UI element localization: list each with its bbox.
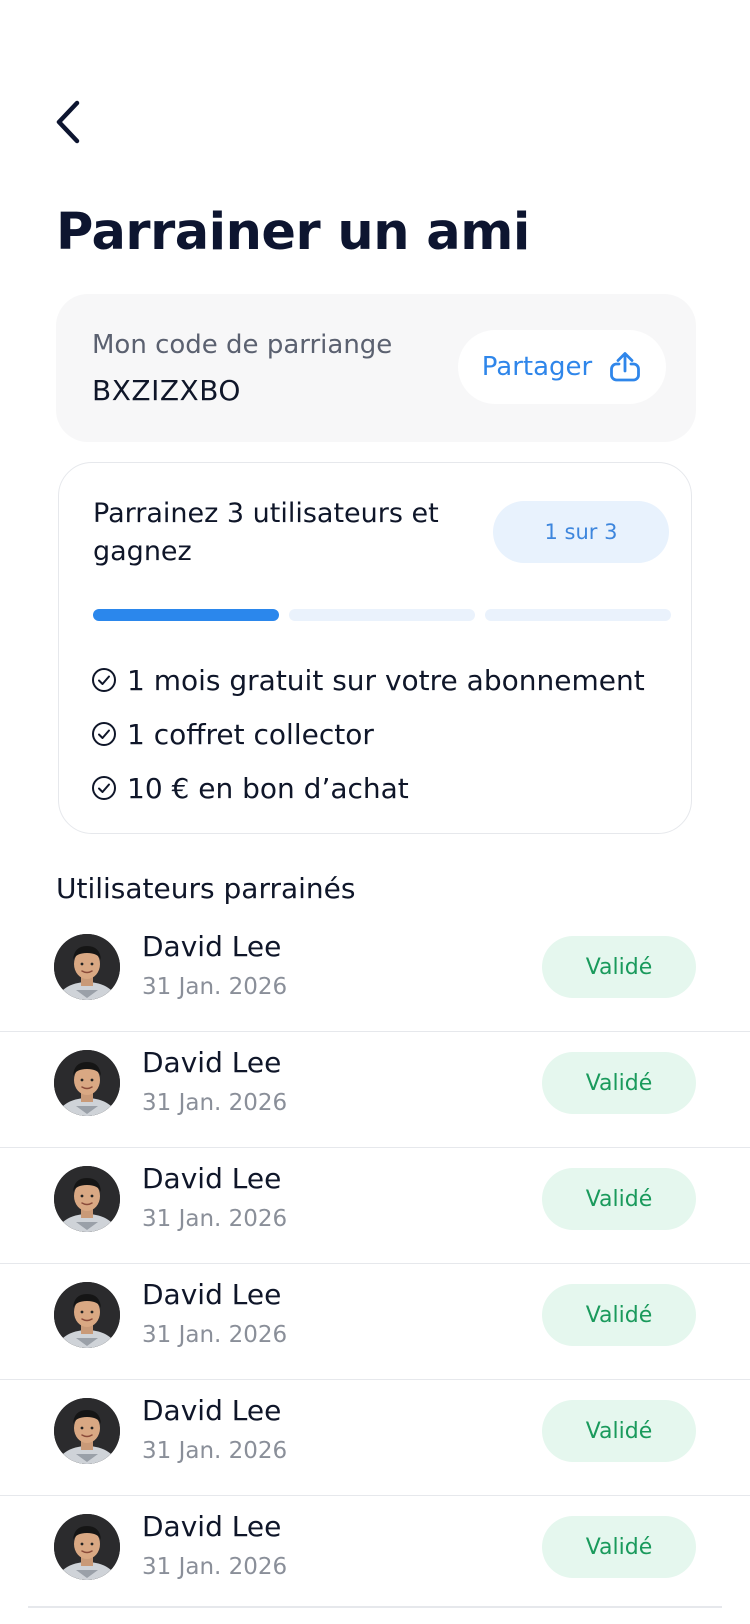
user-name: David Lee: [142, 1162, 282, 1195]
progress-segment: [485, 609, 671, 621]
avatar: [54, 1282, 120, 1348]
avatar: [54, 1398, 120, 1464]
progress-bar: [93, 609, 671, 621]
back-button[interactable]: [46, 96, 90, 148]
reward-label: 10 € en bon d’achat: [127, 771, 409, 805]
referred-user-row[interactable]: David Lee 31 Jan. 2026 Validé: [0, 916, 750, 1032]
user-name: David Lee: [142, 1510, 282, 1543]
user-date: 31 Jan. 2026: [142, 1438, 288, 1464]
referral-code-label: Mon code de parriange: [92, 330, 393, 360]
avatar: [54, 1514, 120, 1580]
referred-user-row[interactable]: David Lee 31 Jan. 2026 Validé: [0, 1496, 750, 1612]
check-circle-icon: [91, 667, 117, 693]
referred-user-row[interactable]: David Lee 31 Jan. 2026 Validé: [0, 1264, 750, 1380]
user-date: 31 Jan. 2026: [142, 1206, 288, 1232]
share-button-label: Partager: [481, 352, 593, 382]
user-name: David Lee: [142, 1046, 282, 1079]
reward-label: 1 mois gratuit sur votre abonnement: [127, 663, 645, 697]
status-badge: Validé: [542, 1284, 696, 1346]
reward-item: 1 coffret collector: [91, 707, 645, 761]
user-date: 31 Jan. 2026: [142, 1322, 288, 1348]
share-button[interactable]: Partager: [458, 330, 666, 404]
referred-user-row[interactable]: David Lee 31 Jan. 2026 Validé: [0, 1032, 750, 1148]
avatar: [54, 1166, 120, 1232]
share-upload-icon: [610, 352, 641, 382]
progress-segment: [289, 609, 475, 621]
user-date: 31 Jan. 2026: [142, 974, 288, 1000]
reward-item: 10 € en bon d’achat: [91, 761, 645, 815]
status-badge: Validé: [542, 936, 696, 998]
referred-users-title: Utilisateurs parrainés: [56, 872, 356, 905]
goal-title: Parrainez 3 utilisateurs et gagnez: [93, 498, 439, 567]
chevron-left-icon: [56, 100, 80, 144]
status-badge: Validé: [542, 1168, 696, 1230]
user-name: David Lee: [142, 930, 282, 963]
referral-code-card: Mon code de parriange BXZIZXBO Partager: [56, 294, 696, 442]
progress-badge: 1 sur 3: [493, 501, 669, 563]
referred-user-row[interactable]: David Lee 31 Jan. 2026 Validé: [0, 1148, 750, 1264]
user-name: David Lee: [142, 1278, 282, 1311]
user-date: 31 Jan. 2026: [142, 1554, 288, 1580]
avatar: [54, 1050, 120, 1116]
referral-goal-card: Parrainez 3 utilisateurs et gagnez 1 sur…: [58, 462, 692, 834]
referral-code-value[interactable]: BXZIZXBO: [92, 374, 241, 407]
reward-item: 1 mois gratuit sur votre abonnement: [91, 653, 645, 707]
avatar: [54, 934, 120, 1000]
list-bottom-divider: [28, 1606, 722, 1608]
reward-label: 1 coffret collector: [127, 717, 374, 751]
user-name: David Lee: [142, 1394, 282, 1427]
check-circle-icon: [91, 775, 117, 801]
referred-users-list: David Lee 31 Jan. 2026 Validé David Lee 31 J…: [0, 916, 750, 1612]
status-badge: Validé: [542, 1516, 696, 1578]
check-circle-icon: [91, 721, 117, 747]
referred-user-row[interactable]: David Lee 31 Jan. 2026 Validé: [0, 1380, 750, 1496]
referral-screen: Parrainer un ami Mon code de parriange B…: [0, 0, 750, 1624]
status-badge: Validé: [542, 1400, 696, 1462]
rewards-list: 1 mois gratuit sur votre abonnement 1 cof…: [91, 653, 645, 815]
progress-segment: [93, 609, 279, 621]
user-date: 31 Jan. 2026: [142, 1090, 288, 1116]
status-badge: Validé: [542, 1052, 696, 1114]
page-title: Parrainer un ami: [56, 203, 530, 262]
